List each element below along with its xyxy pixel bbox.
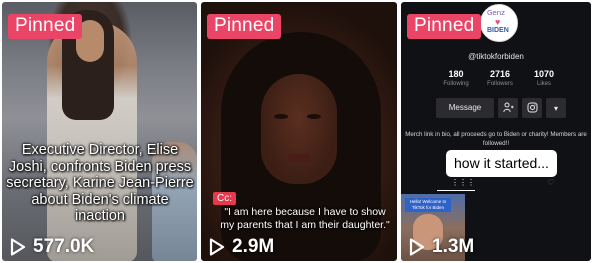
stat-followers: 2716 Followers [479,68,521,89]
subject-eye [307,114,321,119]
add-friend-button[interactable] [498,98,518,118]
closed-caption-badge: Cc: [213,192,236,205]
play-icon [10,238,26,256]
pinned-badge: Pinned [207,14,282,39]
video-caption: Executive Director, Elise Joshi, confron… [6,142,194,224]
stat-following: 180 Following [435,68,477,89]
pinned-badge: Pinned [8,14,83,39]
stat-value: 1070 [533,69,555,79]
profile-avatar: Genz ♥ BIDEN [480,4,518,42]
profile-actions: Message ▾ [436,98,566,118]
profile-stats: 180 Following 2716 Followers 1070 Likes [435,68,565,89]
video-tile-1[interactable]: Pinned Executive Director, Elise Joshi, … [2,2,197,261]
stat-label: Likes [536,81,551,87]
thumbnail-caption: Hello! Welcome to TikTok for Biden [405,198,451,212]
instagram-button[interactable] [522,98,542,118]
view-count: 2.9M [209,235,274,259]
stat-value: 2716 [489,69,511,79]
profile-bio: Merch link in bio, all proceeds go to Bi… [405,131,587,147]
profile-tabs: ⋮⋮⋮ ♡ [401,178,591,192]
view-count-value: 2.9M [232,236,275,257]
video-tile-3[interactable]: Genz ♥ BIDEN @tiktokforbiden 180 Followi… [401,2,591,261]
stat-likes: 1070 Likes [523,68,565,89]
heart-icon: ♥ [495,17,501,27]
avatar-logo-text-top: Genz [487,9,505,17]
profile-handle: @tiktokforbiden [468,52,524,61]
view-count-value: 577.0K [33,236,95,257]
subject-eye [274,114,288,119]
heart-icon[interactable]: ♡ [547,178,554,187]
message-button[interactable]: Message [436,98,494,118]
active-tab-indicator [437,190,475,191]
view-count: 1.3M [409,235,474,259]
subject-face [261,74,337,184]
pinned-badge: Pinned [407,14,482,39]
video-grid: Pinned Executive Director, Elise Joshi, … [0,0,593,263]
subject-lips [287,154,311,162]
view-count: 577.0K [10,235,94,259]
video-tile-2[interactable]: Pinned Cc: "I am here because I have to … [201,2,397,261]
stat-label: Followers [487,81,513,87]
instagram-icon [527,102,538,115]
grid-icon[interactable]: ⋮⋮⋮ [451,178,475,187]
view-count-value: 1.3M [432,236,475,257]
stat-label: Following [443,81,469,87]
stat-value: 180 [448,69,464,79]
video-caption: "I am here because I have to show my par… [220,206,390,231]
play-icon [409,238,425,256]
more-button[interactable]: ▾ [546,98,566,118]
avatar-logo-text-bottom: BIDEN [487,27,509,34]
caret-down-icon: ▾ [553,103,558,113]
add-user-icon [502,102,514,115]
video-caption: how it started... [446,150,557,177]
play-icon [209,238,225,256]
